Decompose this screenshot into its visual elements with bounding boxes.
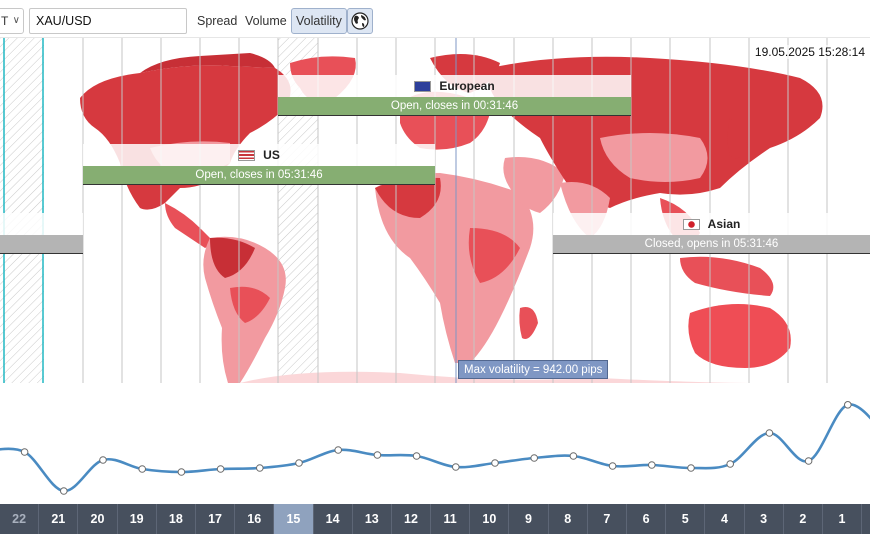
night-region-west <box>0 38 44 383</box>
hour-cell-21[interactable]: 21 <box>39 504 79 534</box>
max-volatility-label: Max volatility = 942.00 pips <box>458 360 609 379</box>
volatility-point[interactable] <box>216 465 225 473</box>
hour-cell-18[interactable]: 18 <box>157 504 196 534</box>
volatility-point[interactable] <box>726 460 735 468</box>
hour-cell-8[interactable]: 8 <box>549 504 588 534</box>
volatility-point[interactable] <box>373 451 382 459</box>
volatility-line <box>0 403 870 493</box>
hour-cell-9[interactable]: 9 <box>509 504 549 534</box>
current-datetime: 19.05.2025 15:28:14 <box>754 45 865 59</box>
volatility-point[interactable] <box>530 454 539 462</box>
session-asian: Asian Closed, opens in 05:31:46 <box>553 213 870 254</box>
hour-cell-22[interactable]: 22 <box>0 504 40 534</box>
session-us-status: Open, closes in 05:31:46 <box>83 166 435 185</box>
hour-cell-2[interactable]: 2 <box>784 504 823 534</box>
timeframe-select[interactable]: T ∨ <box>0 8 24 34</box>
volume-button[interactable]: Volume <box>240 8 292 34</box>
volatility-chart <box>0 401 870 495</box>
hour-cell-10[interactable]: 10 <box>470 504 510 534</box>
volatility-point[interactable] <box>804 457 813 465</box>
chevron-down-icon: ∨ <box>12 15 20 26</box>
spread-button[interactable]: Spread <box>192 8 242 34</box>
session-european: European Open, closes in 00:31:46 <box>278 75 631 116</box>
session-us-name: US <box>263 148 280 162</box>
volatility-point[interactable] <box>295 459 303 467</box>
hour-cell-6[interactable]: 6 <box>627 504 667 534</box>
hour-cell-20[interactable]: 20 <box>78 504 118 534</box>
volatility-point[interactable] <box>99 456 107 464</box>
session-us-header: US <box>83 144 435 166</box>
session-offscreen-header <box>0 213 83 235</box>
volatility-point[interactable] <box>608 462 617 470</box>
hour-cell-1[interactable]: 1 <box>823 504 863 534</box>
volatility-point[interactable] <box>452 463 460 471</box>
hour-cell-7[interactable]: 7 <box>588 504 627 534</box>
session-us: US Open, closes in 05:31:46 <box>83 144 435 185</box>
hour-cell-15[interactable]: 15 <box>274 504 314 534</box>
hour-cell-11[interactable]: 11 <box>431 504 471 534</box>
hour-cell-14[interactable]: 14 <box>314 504 353 534</box>
session-european-status: Open, closes in 00:31:46 <box>278 97 631 116</box>
volatility-point[interactable] <box>334 446 343 454</box>
session-european-header: European <box>278 75 631 97</box>
toolbar: T ∨ Spread Volume Volatility <box>0 0 870 38</box>
hour-cell-5[interactable]: 5 <box>666 504 706 534</box>
hour-cell-16[interactable]: 16 <box>235 504 275 534</box>
hour-cell-19[interactable]: 19 <box>118 504 157 534</box>
volatility-point[interactable] <box>60 487 68 495</box>
hour-axis: 22 21 20 19 18 17 16 15 14 13 12 11 10 9 8 7 6 5 4 3 2 1 <box>0 504 870 534</box>
timeframe-value: T <box>1 14 9 28</box>
session-asian-status: Closed, opens in 05:31:46 <box>553 235 870 254</box>
volatility-point[interactable] <box>648 461 656 469</box>
volatility-point[interactable] <box>491 459 499 467</box>
jp-flag-icon <box>682 218 700 230</box>
globe-button[interactable] <box>347 8 373 34</box>
globe-icon <box>351 12 369 30</box>
hour-cell-17[interactable]: 17 <box>196 504 236 534</box>
volatility-point[interactable] <box>687 464 695 472</box>
session-offscreen <box>0 213 83 254</box>
volatility-point[interactable] <box>412 452 421 460</box>
eu-flag-icon <box>414 80 432 92</box>
volatility-point[interactable] <box>765 429 774 437</box>
us-flag-icon <box>238 149 256 161</box>
hour-cell-4[interactable]: 4 <box>705 504 745 534</box>
session-european-name: European <box>439 79 495 93</box>
session-asian-header: Asian <box>553 213 870 235</box>
volatility-point[interactable] <box>256 464 264 472</box>
volatility-point[interactable] <box>177 468 186 476</box>
hour-cell-3[interactable]: 3 <box>745 504 784 534</box>
session-offscreen-status <box>0 235 83 254</box>
session-asian-name: Asian <box>707 217 741 231</box>
hour-cell-12[interactable]: 12 <box>392 504 432 534</box>
volatility-point[interactable] <box>569 452 578 460</box>
symbol-input[interactable] <box>29 8 187 34</box>
volatility-point[interactable] <box>138 465 146 473</box>
hour-cell-13[interactable]: 13 <box>353 504 392 534</box>
volatility-button[interactable]: Volatility <box>291 8 347 34</box>
volatility-point[interactable] <box>844 401 852 409</box>
volatility-point[interactable] <box>20 448 29 456</box>
